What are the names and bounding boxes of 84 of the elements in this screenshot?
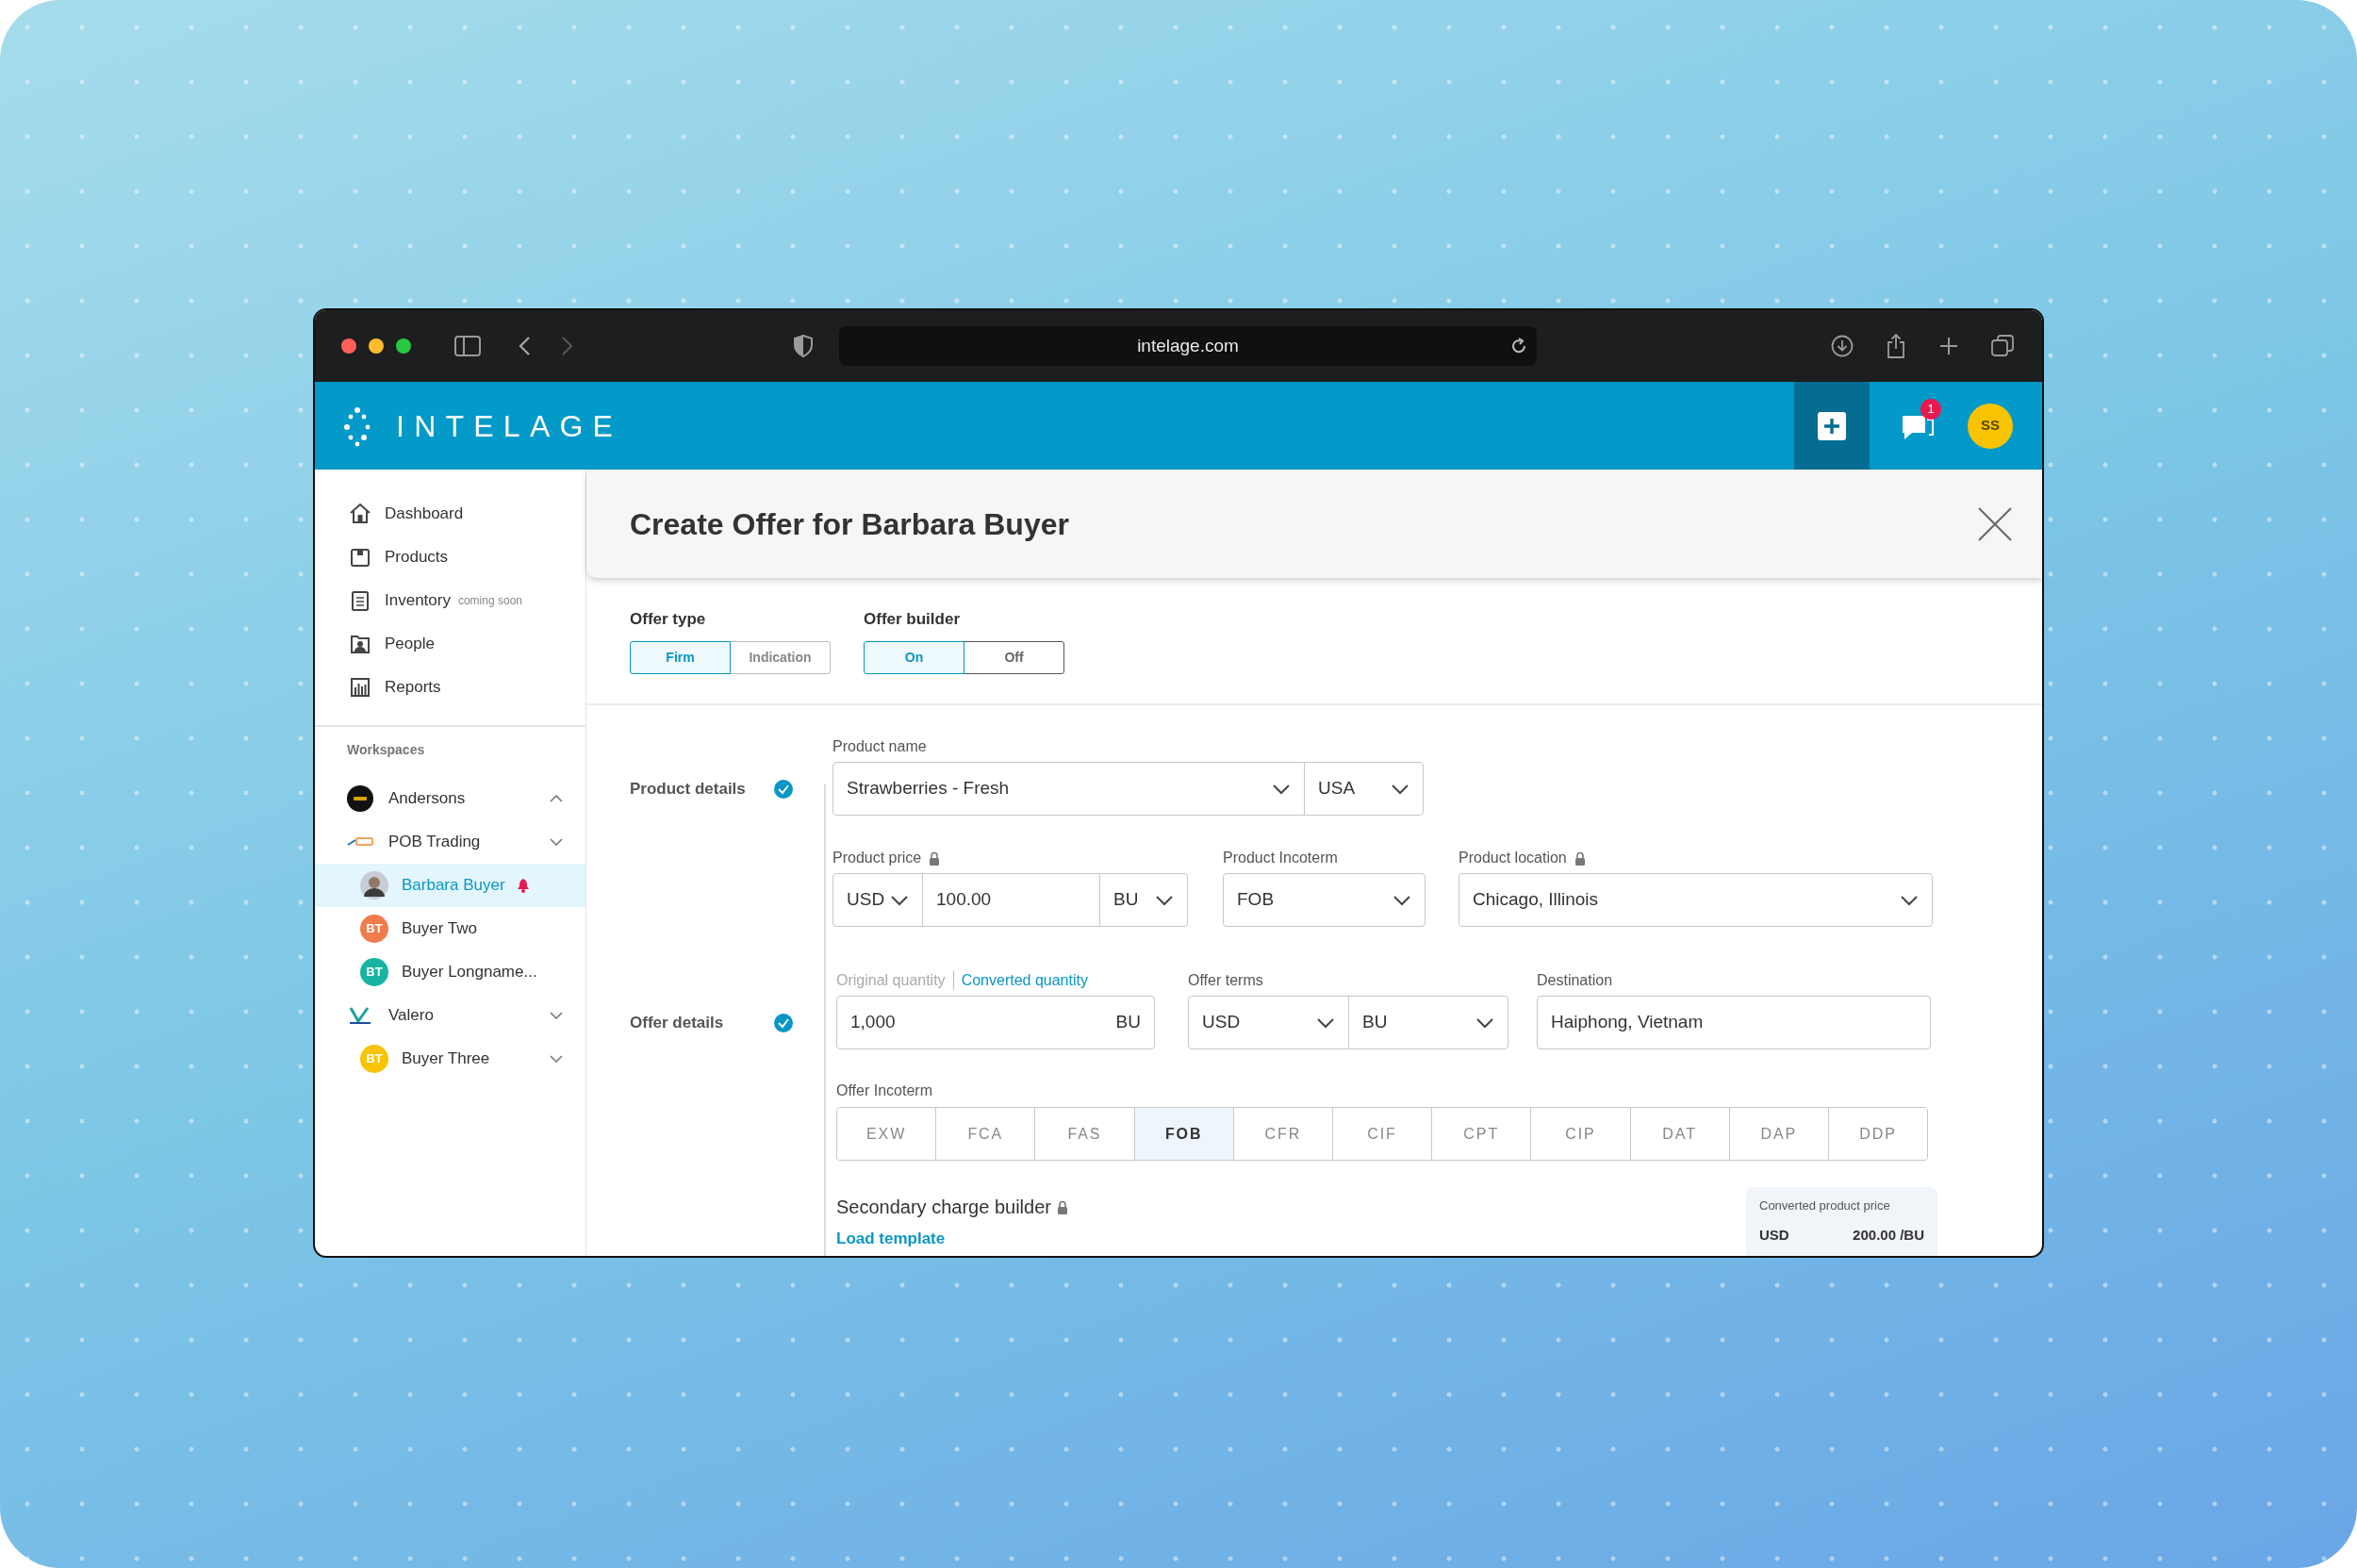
dropdown[interactable]: FOB — [1224, 874, 1425, 926]
app-logo: INTELAGE — [396, 407, 623, 445]
dropdown[interactable]: Strawberries - Fresh — [833, 763, 1304, 815]
user-avatar[interactable]: SS — [1968, 403, 2013, 449]
toggle-option[interactable]: Off — [964, 641, 1064, 674]
sidebar-toggle-icon[interactable] — [454, 336, 481, 356]
buyer-item[interactable]: BT Buyer Longname... — [315, 950, 585, 994]
currency-text: USD — [1759, 1225, 1789, 1245]
close-icon — [1978, 506, 2012, 541]
dropdown[interactable]: USA — [1304, 763, 1423, 815]
incoterm-option[interactable]: FOB — [1133, 1108, 1233, 1160]
price-value: 200.00 /BU — [1853, 1225, 1924, 1245]
initials-avatar: BT — [360, 915, 388, 943]
home-icon — [349, 503, 371, 525]
chevron-down-icon — [1393, 894, 1411, 906]
workspace-name[interactable]: Valero — [388, 1003, 434, 1028]
minimize-window-button[interactable] — [369, 338, 384, 354]
logo-icon — [343, 404, 371, 447]
shield-icon[interactable] — [794, 335, 813, 357]
input-field[interactable]: 100.00 — [922, 874, 1099, 926]
field-label: Product price — [832, 849, 922, 867]
panel-title: Create Offer for Barbara Buyer — [630, 505, 1069, 543]
chevron-down-icon — [1272, 783, 1291, 795]
add-button[interactable] — [1794, 382, 1870, 470]
initials-avatar: BT — [360, 958, 388, 986]
dropdown[interactable]: BU — [1348, 997, 1508, 1048]
coming-soon-note: coming soon — [457, 593, 522, 609]
field-label: Product Incoterm — [1223, 849, 1338, 867]
step-label: Offer details — [630, 1012, 725, 1033]
buyer-item[interactable]: BT Buyer Three — [315, 1037, 585, 1081]
section-heading: Workspaces — [346, 741, 426, 759]
dropdown[interactable]: USD — [1189, 997, 1348, 1048]
dropdown[interactable]: USD — [833, 874, 922, 926]
field-label: Offer builder — [864, 609, 961, 630]
dropdown[interactable]: Chicago, Illinois — [1459, 874, 1932, 926]
share-icon[interactable] — [1886, 334, 1906, 358]
new-tab-icon[interactable] — [1938, 336, 1959, 356]
nav-link[interactable]: People — [349, 632, 435, 656]
back-icon[interactable] — [518, 336, 531, 356]
notification-badge: 1 — [1920, 398, 1941, 420]
address-bar[interactable]: intelage.com — [839, 326, 1537, 366]
field-label: Destination — [1537, 971, 1613, 990]
workspace-name[interactable]: POB Trading — [388, 830, 481, 854]
toggle-option[interactable]: Indication — [730, 641, 831, 674]
field-label: Offer type — [630, 609, 707, 630]
incoterm-option[interactable]: DDP — [1827, 1108, 1927, 1160]
step-label: Product details — [630, 778, 747, 800]
chevron-down-icon — [1155, 894, 1174, 906]
buyer-item[interactable]: BT Buyer Two — [315, 907, 585, 950]
input-field[interactable]: Haiphong, Vietnam — [1538, 997, 1930, 1048]
chevron-down-icon — [1316, 1016, 1335, 1029]
chevron-down-icon — [890, 894, 909, 906]
download-icon[interactable] — [1831, 335, 1854, 357]
chevron-down-icon — [1391, 783, 1409, 795]
workspace-name[interactable]: Andersons — [388, 786, 466, 811]
nav-link[interactable]: Reports — [349, 675, 441, 700]
clipboard-icon — [349, 589, 371, 612]
plus-icon — [1818, 411, 1846, 440]
url-text: intelage.com — [1137, 334, 1239, 357]
tabs-overview-icon[interactable] — [1991, 335, 2014, 357]
chevron-down-icon — [1475, 1016, 1494, 1029]
dropdown[interactable]: BU — [1099, 874, 1187, 926]
initials-avatar: BT — [360, 1045, 388, 1073]
field-label: Product name — [832, 737, 927, 756]
reload-icon[interactable] — [1510, 338, 1527, 355]
disc-logo-icon — [347, 785, 373, 812]
contact-icon — [349, 633, 371, 655]
box-icon — [349, 546, 371, 569]
v-logo-icon — [347, 1006, 373, 1025]
field-label: Product location — [1459, 849, 1567, 867]
nav-link[interactable]: Inventory — [349, 588, 451, 613]
summary-label: Converted product price — [1759, 1197, 1891, 1214]
nav-link[interactable]: Products — [349, 545, 449, 569]
close-button[interactable] — [1976, 504, 2014, 543]
chevron-down-icon — [1900, 894, 1919, 906]
wordmark-logo-icon — [347, 835, 373, 849]
field-label: Offer terms — [1188, 971, 1263, 990]
section-heading: Secondary charge builder — [836, 1196, 1051, 1219]
close-window-button[interactable] — [341, 338, 356, 354]
bar-chart-icon — [349, 676, 371, 699]
zoom-window-button[interactable] — [396, 338, 411, 354]
nav-link[interactable]: Dashboard — [349, 502, 464, 526]
person-avatar — [360, 871, 388, 900]
field-label: Offer Incoterm — [836, 1081, 933, 1100]
